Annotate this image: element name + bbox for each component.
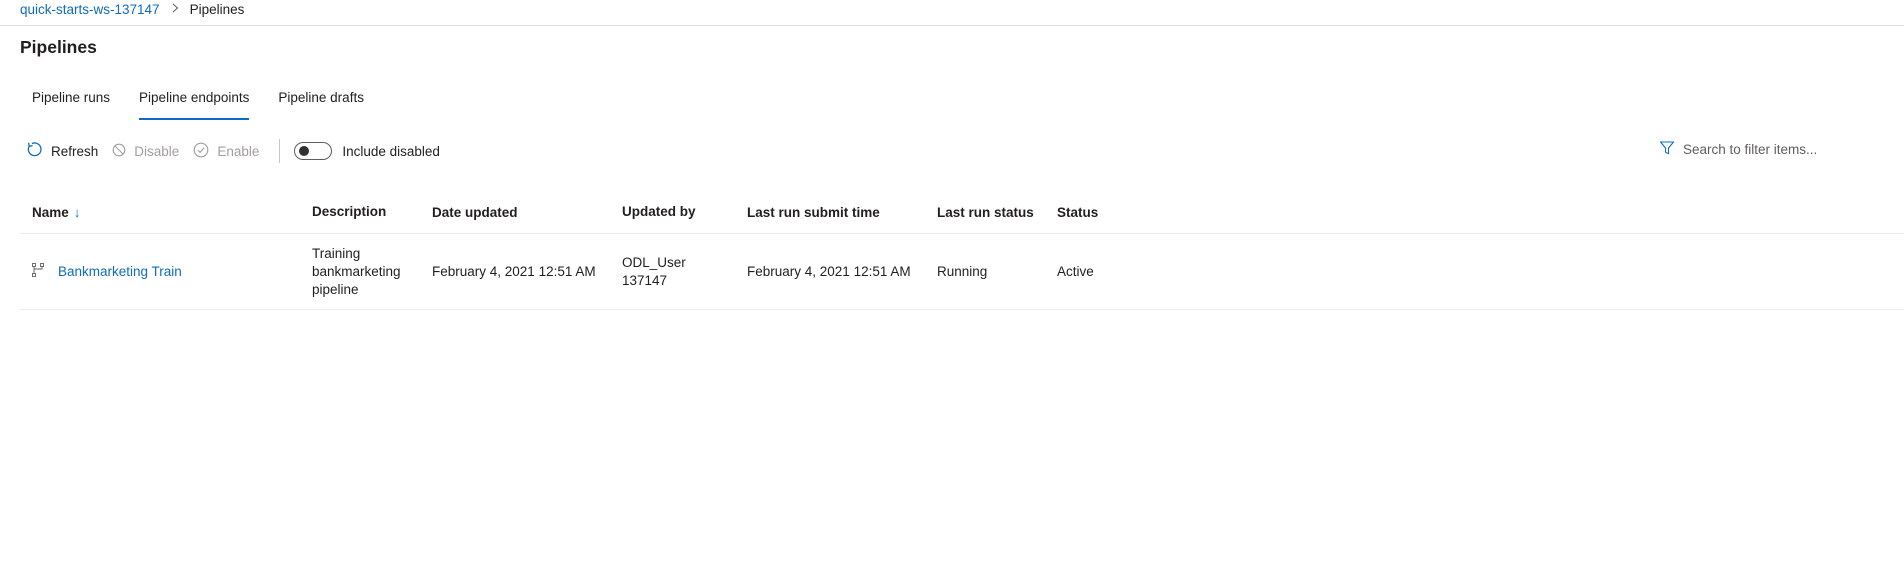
pipeline-endpoints-table: Name ↓ Description Date updated Updated …: [20, 191, 1904, 310]
checkmark-circle-icon: [193, 142, 217, 161]
filter-icon: [1659, 140, 1683, 159]
breadcrumb-current: Pipelines: [189, 1, 245, 17]
disable-label: Disable: [134, 143, 180, 159]
sort-descending-icon: ↓: [73, 204, 81, 220]
search-placeholder: Search to filter items...: [1683, 142, 1818, 157]
column-header-description[interactable]: Description: [312, 191, 424, 233]
refresh-button[interactable]: Refresh: [26, 141, 98, 161]
enable-label: Enable: [217, 143, 260, 159]
cell-last-run-status: Running: [937, 264, 988, 279]
refresh-label: Refresh: [51, 143, 99, 159]
column-header-updated-by[interactable]: Updated by: [622, 191, 734, 233]
include-disabled-toggle[interactable]: [294, 142, 333, 160]
tab-pipeline-endpoints[interactable]: Pipeline endpoints: [127, 86, 261, 120]
include-disabled-label: Include disabled: [342, 143, 440, 159]
disable-icon: [112, 143, 134, 160]
cell-last-run-submit-time: February 4, 2021 12:51 AM: [747, 264, 911, 279]
column-header-name[interactable]: Name ↓: [32, 191, 302, 233]
toggle-knob: [299, 146, 310, 156]
cell-updated-by: ODL_User 137147: [622, 254, 686, 288]
tab-bar: Pipeline runs Pipeline endpoints Pipelin…: [20, 86, 381, 120]
tab-pipeline-runs[interactable]: Pipeline runs: [20, 86, 122, 116]
enable-button[interactable]: Enable: [193, 142, 259, 161]
column-header-status[interactable]: Status: [1057, 191, 1157, 233]
disable-button[interactable]: Disable: [112, 143, 179, 160]
tab-pipeline-drafts[interactable]: Pipeline drafts: [266, 86, 376, 116]
cell-name: Bankmarketing Train: [32, 234, 302, 309]
cell-status: Active: [1057, 264, 1094, 279]
table-header: Name ↓ Description Date updated Updated …: [20, 191, 1904, 234]
header-divider: [0, 25, 1904, 26]
column-header-last-run-status[interactable]: Last run status: [937, 191, 1047, 233]
cell-date-updated: February 4, 2021 12:51 AM: [432, 264, 596, 279]
column-header-name-label: Name: [32, 204, 69, 220]
breadcrumb: quick-starts-ws-137147 Pipelines: [20, 0, 244, 18]
cell-description: Training bankmarketing pipeline: [312, 245, 401, 297]
pipeline-icon: [32, 263, 44, 280]
pipeline-name-link[interactable]: Bankmarketing Train: [58, 264, 182, 279]
table-row[interactable]: Bankmarketing Train Training bankmarketi…: [20, 234, 1904, 310]
column-header-last-run-submit-time[interactable]: Last run submit time: [747, 191, 927, 233]
toolbar-divider: [279, 139, 281, 163]
breadcrumb-workspace-link[interactable]: quick-starts-ws-137147: [20, 2, 160, 17]
breadcrumb-chevron-icon: [172, 2, 179, 16]
refresh-icon: [26, 141, 51, 161]
command-bar: Refresh Disable Enable Include disabled: [26, 139, 440, 163]
column-header-date-updated[interactable]: Date updated: [432, 191, 612, 233]
search-filter[interactable]: Search to filter items...: [1659, 140, 1817, 159]
page-title: Pipelines: [20, 37, 97, 57]
